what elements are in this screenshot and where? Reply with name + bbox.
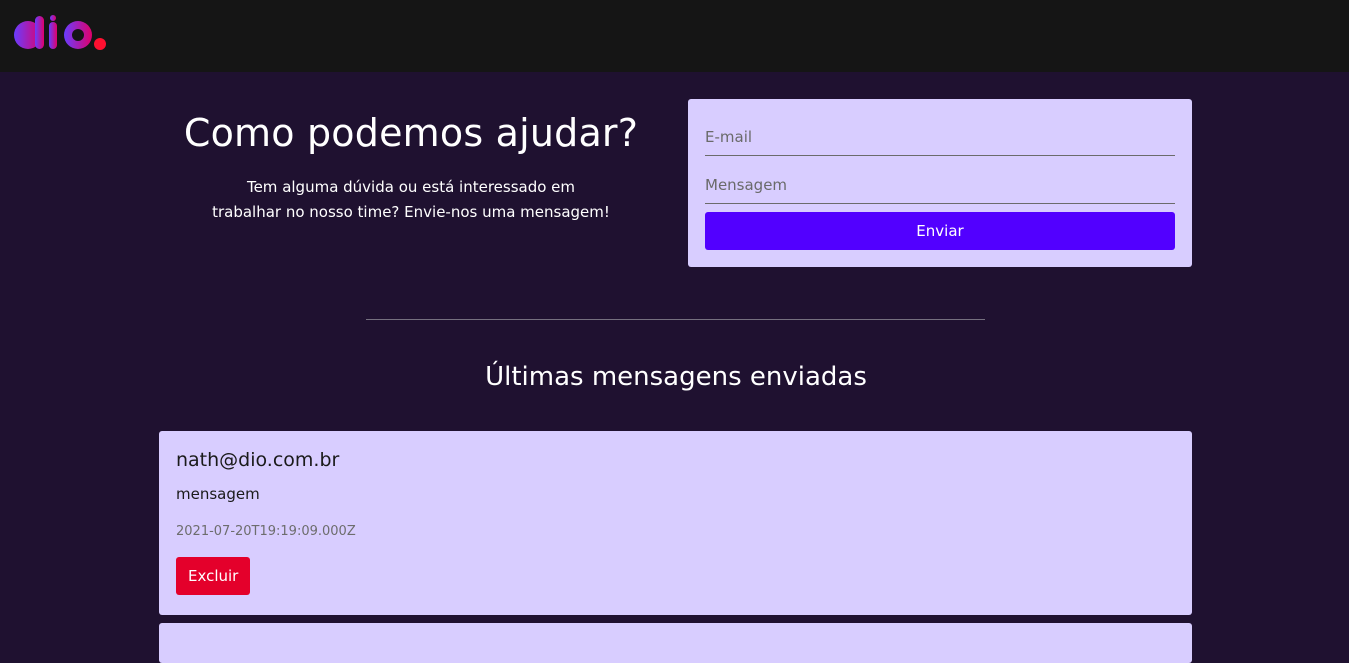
delete-button[interactable]: Excluir	[176, 557, 251, 595]
hero-description: Tem alguma dúvida ou está interessado em…	[212, 178, 610, 221]
message-date: 2021-07-20T19:19:09.000Z	[176, 524, 356, 539]
email-input[interactable]	[705, 108, 1175, 155]
section-divider	[366, 319, 985, 320]
message-email: nath@dio.com.br	[176, 449, 340, 471]
message-text: mensagem	[176, 485, 260, 503]
dio-logo[interactable]	[13, 14, 107, 52]
top-navbar	[0, 0, 1349, 72]
message-field-wrapper	[705, 156, 1175, 204]
message-card	[159, 623, 1192, 663]
send-button[interactable]: Enviar	[705, 212, 1175, 250]
messages-section-title: Últimas mensagens enviadas	[485, 362, 867, 392]
email-field-wrapper	[705, 108, 1175, 156]
contact-form: Enviar	[688, 99, 1192, 267]
message-card: nath@dio.com.br mensagem 2021-07-20T19:1…	[159, 431, 1192, 615]
page-title: Como podemos ajudar?	[183, 111, 639, 155]
hero-section: Como podemos ajudar? Tem alguma dúvida o…	[159, 99, 663, 225]
message-input[interactable]	[705, 156, 1175, 203]
